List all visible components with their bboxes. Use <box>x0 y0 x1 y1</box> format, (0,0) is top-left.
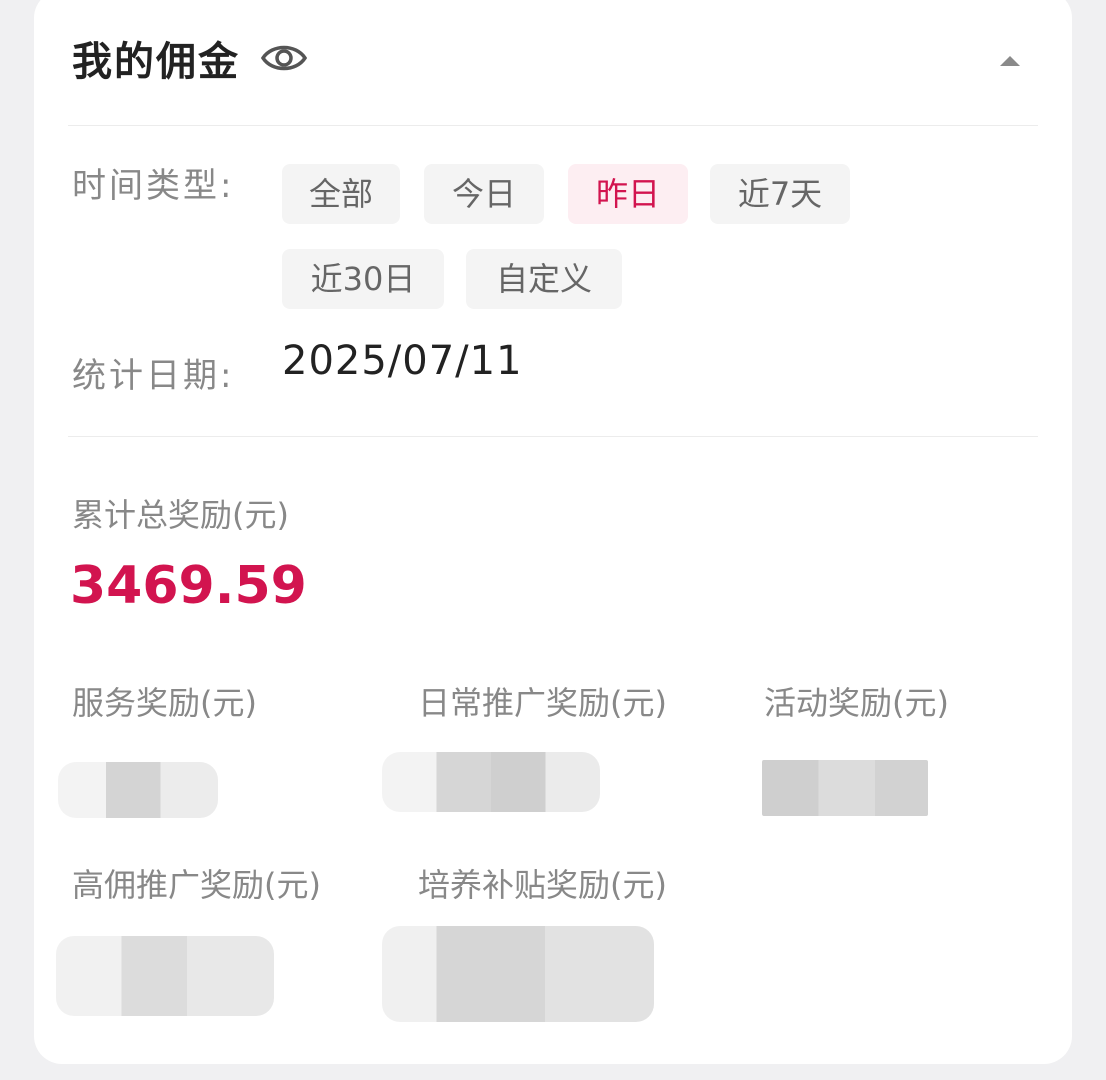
redacted-value <box>382 926 654 1022</box>
total-reward-label: 累计总奖励(元) <box>72 496 289 534</box>
card-header: 我的佣金 <box>72 28 308 88</box>
chip-today[interactable]: 今日 <box>424 164 544 224</box>
chip-last-30-days[interactable]: 近30日 <box>282 249 444 309</box>
daily-promo-reward-label: 日常推广奖励(元) <box>418 684 667 722</box>
chip-all[interactable]: 全部 <box>282 164 400 224</box>
activity-reward-label: 活动奖励(元) <box>764 684 949 722</box>
stat-date-label: 统计日期: <box>72 356 235 396</box>
commission-card: 我的佣金 时间类型: 全部 今日 昨日 近7天 近30日 自定义 统计日期: 2… <box>34 0 1072 1064</box>
card-title: 我的佣金 <box>72 39 240 85</box>
redacted-value <box>56 936 274 1016</box>
redacted-value <box>382 752 600 812</box>
chip-yesterday[interactable]: 昨日 <box>568 164 688 224</box>
chip-custom[interactable]: 自定义 <box>466 249 622 309</box>
total-reward-value: 3469.59 <box>70 556 307 616</box>
divider <box>68 125 1038 126</box>
time-type-label: 时间类型: <box>72 166 235 206</box>
eye-icon[interactable] <box>260 38 308 78</box>
redacted-value <box>762 760 928 816</box>
training-subsidy-reward-label: 培养补贴奖励(元) <box>418 866 667 904</box>
chip-last-7-days[interactable]: 近7天 <box>710 164 850 224</box>
service-reward-label: 服务奖励(元) <box>72 684 257 722</box>
divider <box>68 436 1038 437</box>
caret-up-icon[interactable] <box>1000 56 1020 66</box>
redacted-value <box>58 762 218 818</box>
stat-date-value: 2025/07/11 <box>282 338 523 384</box>
high-commission-reward-label: 高佣推广奖励(元) <box>72 866 321 904</box>
